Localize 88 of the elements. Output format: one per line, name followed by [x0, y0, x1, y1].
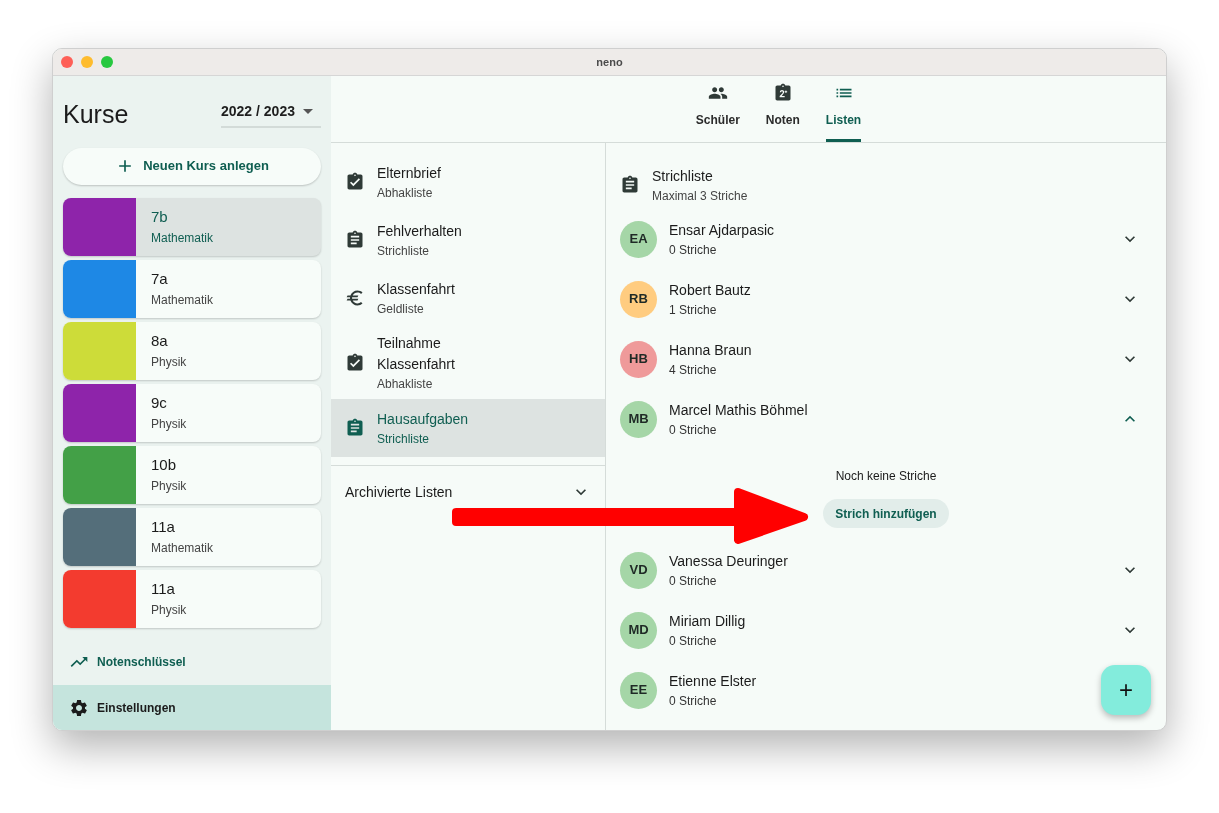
course-name: 11a: [151, 517, 176, 538]
list-item[interactable]: Elternbrief Abhakliste: [331, 153, 605, 211]
course-subject: Mathematik: [151, 291, 214, 309]
course-card[interactable]: 9c Physik: [63, 383, 321, 442]
clipboard-icon: [345, 230, 365, 250]
archived-lists-toggle[interactable]: Archivierte Listen: [331, 480, 605, 504]
avatar: MB: [620, 400, 657, 438]
course-card[interactable]: 8a Physik: [63, 321, 321, 380]
course-name: 10b: [151, 455, 178, 476]
clipboard-icon: [620, 175, 640, 195]
course-name: 9c: [151, 393, 168, 414]
course-subject: Physik: [151, 353, 187, 371]
new-course-button[interactable]: Neuen Kurs anlegen: [63, 147, 321, 185]
tally-count: 0 Striche: [669, 692, 718, 710]
avatar: MD: [620, 611, 657, 649]
avatar: EA: [620, 220, 657, 258]
list-title: Fehlverhalten: [377, 221, 463, 241]
tally-count: 4 Striche: [669, 361, 718, 379]
tally-count: 0 Striche: [669, 572, 718, 590]
tally-count: 0 Striche: [669, 632, 718, 650]
settings-icon: [69, 697, 89, 718]
list-item[interactable]: Fehlverhalten Strichliste: [331, 211, 605, 269]
course-name: 7b: [151, 207, 169, 228]
settings-button[interactable]: Einstellungen: [53, 685, 331, 730]
student-item[interactable]: HB Hanna Braun 4 Striche: [620, 339, 752, 379]
detail-title: Strichliste: [652, 166, 714, 186]
list-item[interactable]: Teilnahme Klassenfahrt Abhakliste: [331, 327, 605, 399]
student-item[interactable]: VD Vanessa Deuringer 0 Striche: [620, 550, 788, 590]
course-card[interactable]: 11a Mathematik: [63, 507, 321, 566]
add-tally-button[interactable]: Strich hinzufügen: [823, 499, 949, 528]
student-item[interactable]: EA Ensar Ajdarpasic 0 Striche: [620, 219, 775, 259]
list-title: Klassenfahrt: [377, 279, 456, 299]
list-type: Abhakliste: [377, 376, 434, 393]
student-item[interactable]: MD Miriam Dillig 0 Striche: [620, 610, 746, 650]
window-title: neno: [596, 54, 623, 70]
tab[interactable]: Listen: [825, 83, 862, 142]
list-type: Geldliste: [377, 300, 425, 318]
student-name: Miriam Dillig: [669, 611, 746, 631]
clipboard-icon: [345, 418, 365, 438]
course-subject: Mathematik: [151, 229, 214, 247]
student-name: Ensar Ajdarpasic: [669, 220, 775, 240]
course-name: 7a: [151, 269, 169, 290]
tab[interactable]: Noten: [765, 83, 800, 142]
tally-count: 0 Striche: [669, 241, 718, 259]
close-window-button[interactable]: [61, 56, 73, 68]
list-title: Teilnahme Klassenfahrt: [377, 334, 456, 374]
grade-key-link[interactable]: Notenschlüssel: [53, 639, 331, 685]
clipboard-check-icon: [345, 353, 365, 373]
student-item[interactable]: EE Etienne Elster 0 Striche: [620, 670, 757, 710]
course-card[interactable]: 7b Mathematik: [63, 197, 321, 256]
student-item[interactable]: RB Robert Bautz 1 Striche: [620, 279, 751, 319]
student-name: Etienne Elster: [669, 671, 757, 691]
sidebar-title: Kurse: [63, 99, 129, 130]
year-dropdown[interactable]: 2022 / 2023: [221, 101, 321, 129]
tab[interactable]: Schüler: [695, 83, 740, 142]
avatar: EE: [620, 671, 657, 709]
course-card[interactable]: 10b Physik: [63, 445, 321, 504]
course-card[interactable]: 11a Physik: [63, 569, 321, 628]
student-name: Robert Bautz: [669, 280, 751, 300]
avatar: VD: [620, 551, 657, 589]
course-name: 11a: [151, 579, 176, 600]
caret-icon: [302, 109, 313, 115]
clipboard-check-icon: [345, 172, 365, 192]
tally-count: 1 Striche: [669, 301, 718, 319]
detail-subtitle: Maximal 3 Striche: [652, 187, 748, 205]
avatar: HB: [620, 340, 657, 378]
list-type: Strichliste: [377, 430, 430, 448]
course-name: 8a: [151, 331, 169, 352]
tally-count: 0 Striche: [669, 421, 718, 439]
avatar: RB: [620, 280, 657, 318]
course-subject: Physik: [151, 601, 187, 619]
empty-message: Noch keine Striche: [835, 468, 937, 485]
student-name: Vanessa Deuringer: [669, 551, 788, 571]
student-name: Marcel Mathis Böhmel: [669, 400, 808, 420]
list-type: Abhakliste: [377, 184, 434, 202]
list-type: Strichliste: [377, 242, 430, 260]
course-subject: Mathematik: [151, 539, 214, 557]
euro-icon: [345, 288, 365, 308]
course-card[interactable]: 7a Mathematik: [63, 259, 321, 318]
course-subject: Physik: [151, 477, 187, 495]
add-fab[interactable]: +: [1101, 665, 1151, 715]
course-subject: Physik: [151, 415, 187, 433]
list-title: Elternbrief: [377, 163, 442, 183]
student-item[interactable]: MB Marcel Mathis Böhmel 0 Striche: [620, 399, 808, 439]
list-item[interactable]: Hausaufgaben Strichliste: [331, 399, 605, 457]
list-item[interactable]: Klassenfahrt Geldliste: [331, 269, 605, 327]
student-name: Hanna Braun: [669, 340, 752, 360]
list-title: Hausaufgaben: [377, 409, 470, 429]
